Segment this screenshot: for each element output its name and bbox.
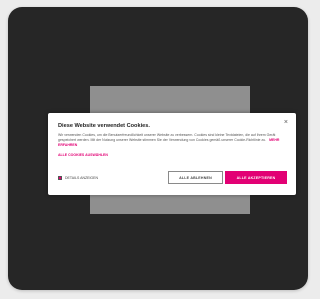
accept-all-button[interactable]: ALLE AKZEPTIEREN — [225, 171, 287, 184]
select-cookies-link[interactable]: ALLE COOKIES AUSWÄHLEN — [58, 153, 108, 157]
reject-all-button[interactable]: ALLE ABLEHNEN — [168, 171, 223, 184]
dialog-description: Wir verwenden Cookies, um die Benutzerfr… — [58, 133, 284, 148]
close-icon[interactable]: × — [284, 119, 288, 126]
description-text: Wir verwenden Cookies, um die Benutzerfr… — [58, 133, 276, 142]
details-checkbox-label: DETAILS ANZEIGEN — [65, 176, 98, 180]
details-checkbox[interactable] — [58, 176, 62, 180]
cookie-consent-dialog: × Diese Website verwendet Cookies. Wir v… — [48, 113, 296, 195]
dialog-title: Diese Website verwendet Cookies. — [58, 123, 150, 129]
preview-card: × Diese Website verwendet Cookies. Wir v… — [8, 7, 308, 290]
details-toggle[interactable]: DETAILS ANZEIGEN — [58, 176, 98, 180]
